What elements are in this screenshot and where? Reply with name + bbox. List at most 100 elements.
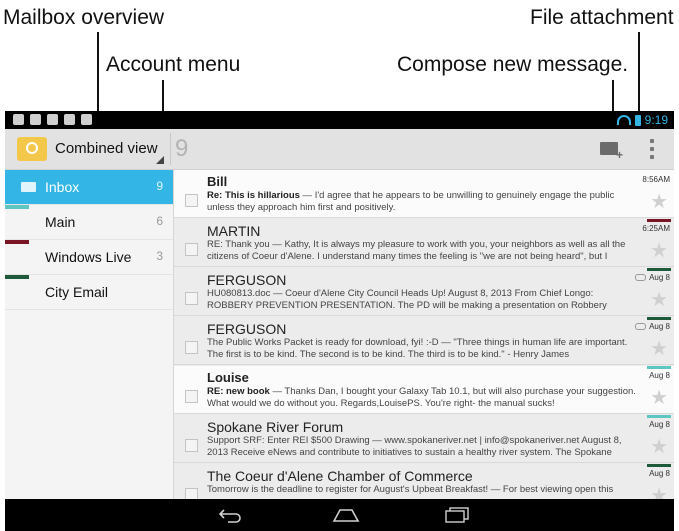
message-snippet: Re: This is hillarious — I'd agree that …: [207, 190, 637, 214]
account-color-stripe: [647, 219, 671, 222]
email-app-icon: [17, 137, 47, 161]
message-subject: Re: This is hillarious: [207, 190, 300, 201]
message-row[interactable]: The Coeur d'Alene Chamber of Commerce Tom…: [174, 464, 674, 499]
message-date: Aug 8: [649, 420, 670, 429]
message-subject: RE: new book: [207, 386, 270, 397]
message-preview: — Thanks Dan, I bought your Galaxy Tab 1…: [207, 386, 636, 409]
star-icon[interactable]: ★: [650, 290, 668, 310]
play-icon: [81, 114, 92, 125]
overflow-menu-icon[interactable]: [650, 139, 654, 159]
message-row[interactable]: MARTIN RE: Thank you — Kathy, It is alway…: [174, 219, 674, 267]
clock: 9:19: [644, 113, 668, 127]
status-bar: 9:19: [5, 111, 674, 129]
message-sender: MARTIN: [207, 223, 261, 239]
callout-mailbox-overview: Mailbox overview: [3, 6, 165, 29]
message-sender: Spokane River Forum: [207, 419, 344, 435]
status-right: 9:19: [616, 113, 668, 127]
mailbox-sidebar: Inbox 9 Main 6 Windows Live 3 City Email: [5, 170, 174, 499]
message-sender: FERGUSON: [207, 321, 287, 337]
message-date: Aug 8: [635, 273, 670, 282]
account-color-stripe: [647, 268, 671, 271]
message-snippet: RE: Thank you — Kathy, It is always my p…: [207, 239, 637, 263]
navigation-bar: [5, 499, 674, 531]
paperclip-icon: [635, 323, 647, 330]
twitter-icon: [13, 114, 24, 125]
message-date-text: Aug 8: [649, 322, 670, 331]
message-sender: FERGUSON: [207, 272, 287, 288]
sidebar-item-count: 6: [156, 214, 163, 228]
recent-apps-icon[interactable]: [444, 507, 470, 523]
message-row[interactable]: FERGUSON HU080813.doc — Coeur d'Alene Cit…: [174, 268, 674, 316]
message-preview: RE: Thank you — Kathy, It is always my p…: [207, 239, 626, 262]
message-sender: Louise: [207, 370, 249, 385]
account-menu[interactable]: Combined view: [5, 129, 170, 169]
account-color-stripe: [647, 366, 671, 369]
battery-icon: [634, 114, 641, 126]
message-date-text: Aug 8: [649, 469, 670, 478]
callout-file-attachment: File attachment: [530, 6, 674, 29]
select-checkbox[interactable]: [185, 194, 198, 207]
star-icon[interactable]: ★: [650, 388, 668, 408]
sidebar-item-count: 3: [156, 249, 163, 263]
select-checkbox[interactable]: [185, 390, 198, 403]
message-snippet: Tomorrow is the deadline to register for…: [207, 484, 637, 499]
select-checkbox[interactable]: [185, 439, 198, 452]
back-icon[interactable]: [218, 507, 241, 523]
account-color-stripe: [5, 240, 29, 244]
chat-icon: [30, 114, 41, 125]
select-checkbox[interactable]: [185, 243, 198, 256]
wifi-icon: [616, 115, 631, 125]
message-preview: Support SRF: Enter REI $500 Drawing — ww…: [207, 435, 622, 458]
sidebar-item-windows-live[interactable]: Windows Live 3: [5, 240, 173, 275]
sidebar-item-count: 9: [156, 179, 163, 193]
home-icon[interactable]: [332, 508, 360, 522]
action-bar: Combined view 9 +: [5, 129, 674, 170]
divider: [170, 133, 171, 165]
account-color-stripe: [647, 464, 671, 467]
inbox-icon: [21, 182, 36, 192]
account-color-stripe: [5, 205, 29, 209]
message-row[interactable]: Bill Re: This is hillarious — I'd agree t…: [174, 170, 674, 218]
message-date: 6:25AM: [642, 224, 670, 233]
select-checkbox[interactable]: [185, 292, 198, 305]
calendar-icon: [64, 114, 75, 125]
tablet-screen: 9:19 Combined view 9 + Inbox 9 Main 6 Window…: [5, 111, 674, 531]
message-snippet: HU080813.doc — Coeur d'Alene City Counci…: [207, 288, 637, 312]
message-preview: HU080813.doc — Coeur d'Alene City Counci…: [207, 288, 607, 311]
message-date-text: 6:25AM: [642, 224, 670, 233]
message-date-text: Aug 8: [649, 273, 670, 282]
message-date: 8:56AM: [642, 175, 670, 184]
account-title: Combined view: [55, 140, 158, 157]
sidebar-item-label: City Email: [45, 284, 109, 300]
message-sender: Bill: [207, 174, 228, 189]
message-preview: Tomorrow is the deadline to register for…: [207, 484, 614, 495]
star-icon[interactable]: ★: [650, 241, 668, 261]
message-date: Aug 8: [635, 322, 670, 331]
select-checkbox[interactable]: [185, 341, 198, 354]
callout-account-menu: Account menu: [106, 53, 241, 76]
account-color-stripe: [5, 275, 29, 279]
notification-icons: [13, 114, 92, 125]
dropdown-triangle-icon: [156, 156, 164, 164]
sidebar-item-city-email[interactable]: City Email: [5, 275, 173, 310]
star-icon[interactable]: ★: [650, 192, 668, 212]
message-snippet: Support SRF: Enter REI $500 Drawing — ww…: [207, 435, 637, 459]
message-snippet: RE: new book — Thanks Dan, I bought your…: [207, 386, 637, 410]
message-date-text: 8:56AM: [642, 175, 670, 184]
camera-icon: [47, 114, 58, 125]
unread-count: 9: [175, 135, 189, 162]
message-row[interactable]: Louise RE: new book — Thanks Dan, I bough…: [174, 366, 674, 414]
select-checkbox[interactable]: [185, 488, 198, 499]
compose-mail-icon[interactable]: +: [600, 138, 626, 161]
star-icon[interactable]: ★: [650, 437, 668, 457]
message-row[interactable]: Spokane River Forum Support SRF: Enter RE…: [174, 415, 674, 463]
sidebar-item-label: Windows Live: [45, 249, 132, 265]
sidebar-item-inbox[interactable]: Inbox 9: [5, 170, 173, 205]
star-icon[interactable]: ★: [650, 486, 668, 499]
message-date: Aug 8: [649, 469, 670, 478]
callout-compose-new-message: Compose new message.: [397, 53, 629, 76]
sidebar-item-main[interactable]: Main 6: [5, 205, 173, 240]
star-icon[interactable]: ★: [650, 339, 668, 359]
message-preview: The Public Works Packet is ready for dow…: [207, 337, 628, 360]
message-row[interactable]: FERGUSON The Public Works Packet is ready…: [174, 317, 674, 365]
